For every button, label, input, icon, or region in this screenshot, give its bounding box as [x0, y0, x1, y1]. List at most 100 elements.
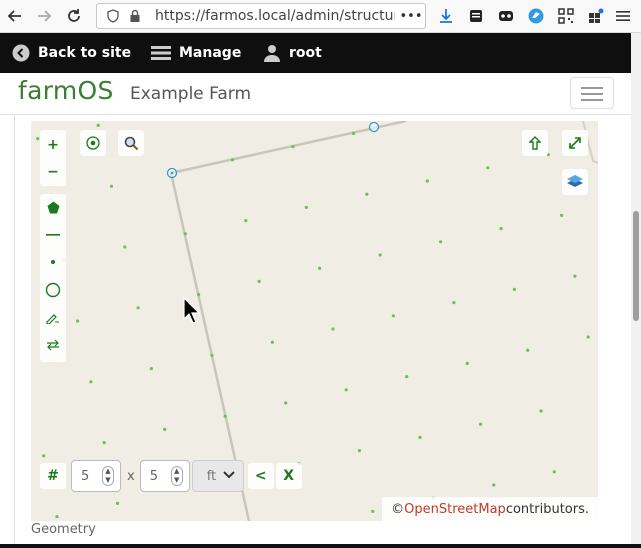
shield-icon[interactable] [105, 8, 121, 24]
map-viewport[interactable]: + − # 5 ▲ ▼ x 5 ▲ ▼ ft < X © OpenStreetM… [31, 121, 598, 521]
layers-icon[interactable] [562, 169, 588, 195]
url-bar[interactable]: https://farmos.local/admin/structure/ ••… [96, 3, 426, 29]
grid-unit-select[interactable]: ft [191, 460, 244, 492]
content-border [14, 115, 15, 548]
geolocate-target-icon[interactable] [80, 130, 106, 156]
grid-point [499, 227, 503, 231]
zoom-control: + − [40, 130, 66, 186]
draw-line-icon[interactable] [40, 222, 66, 248]
site-brand-logo[interactable]: farmOS [18, 76, 114, 105]
grid-point [210, 353, 214, 357]
extension-bird-icon[interactable] [527, 7, 545, 25]
grid-point [492, 483, 496, 487]
page-actions-ellipsis-icon[interactable]: ••• [400, 8, 423, 24]
grid-close-button[interactable]: X [275, 463, 302, 489]
back-arrow-icon[interactable] [4, 5, 26, 27]
grid-point [331, 327, 335, 331]
site-name[interactable]: Example Farm [130, 84, 251, 104]
site-header: farmOS Example Farm [0, 73, 641, 115]
chevron-down-icon [222, 469, 235, 482]
zoom-out-button[interactable]: − [40, 159, 66, 185]
footer-strip [0, 544, 641, 548]
back-to-site-label: Back to site [38, 45, 132, 61]
translate-arrows-icon[interactable] [40, 332, 66, 358]
grid-point [357, 449, 362, 453]
fullscreen-expand-icon[interactable] [562, 130, 588, 156]
back-circle-icon [12, 44, 30, 62]
grid-point [244, 219, 248, 223]
grid-x-spinner-icon[interactable]: ▲ ▼ [102, 466, 114, 486]
grid-point [486, 166, 490, 170]
extension-mask-icon[interactable] [497, 7, 515, 25]
grid-point [526, 348, 530, 352]
qr-code-icon[interactable] [557, 7, 575, 25]
grid-point [304, 205, 308, 209]
grid-point [257, 279, 261, 283]
grid-point [365, 192, 369, 196]
grid-y-spinner-icon[interactable]: ▲ ▼ [170, 466, 183, 486]
vertex-marker [368, 121, 380, 133]
grid-point [284, 401, 288, 405]
reload-icon[interactable] [63, 5, 85, 27]
back-to-site-link[interactable]: Back to site [12, 33, 131, 73]
grid-prev-button[interactable]: < [247, 463, 274, 489]
grid-toggle-button[interactable]: # [40, 463, 66, 489]
grid-point [478, 422, 483, 426]
grid-point [163, 427, 167, 431]
grid-point [89, 380, 93, 384]
grid-point [230, 158, 235, 162]
grid-point [539, 409, 543, 413]
grid-point [439, 240, 443, 244]
user-link[interactable]: root [263, 33, 322, 73]
grid-point [452, 301, 456, 305]
grid-point [378, 253, 382, 257]
lock-icon[interactable] [127, 8, 143, 24]
mouse-cursor-icon [183, 297, 201, 324]
grid-point [136, 306, 140, 310]
grid-point [418, 435, 422, 439]
scrollbar-thumb[interactable] [633, 211, 639, 321]
extensions-icon[interactable] [587, 7, 605, 25]
grid-point [183, 232, 187, 236]
grid-unit-value: ft [206, 469, 217, 484]
openstreetmap-link[interactable]: OpenStreetMap [404, 502, 506, 517]
grid-point [351, 131, 356, 135]
grid-point [560, 213, 564, 217]
nav-toggle-button[interactable] [570, 77, 614, 109]
zoom-in-button[interactable]: + [40, 132, 66, 158]
page-scrollbar[interactable] [631, 33, 641, 548]
grid-separator: x [127, 468, 135, 484]
modify-pencil-icon[interactable] [40, 305, 66, 331]
grid-y-input[interactable]: 5 ▲ ▼ [139, 460, 190, 492]
export-upload-arrow-icon[interactable] [522, 130, 548, 156]
grid-point [55, 515, 59, 519]
grid-point [42, 454, 46, 458]
user-icon [263, 44, 281, 62]
draw-circle-icon[interactable] [40, 277, 66, 303]
draw-polygon-icon[interactable] [40, 194, 66, 220]
grid-point [512, 287, 516, 291]
grid-point [223, 414, 227, 418]
grid-point [96, 123, 100, 127]
grid-point [109, 184, 114, 188]
grid-x-input[interactable]: 5 ▲ ▼ [71, 460, 121, 492]
grid-point [291, 145, 295, 149]
grid-point [149, 367, 153, 371]
manage-link[interactable]: Manage [151, 33, 241, 73]
menu-icon[interactable] [614, 7, 632, 25]
map-attribution: © OpenStreetMap contributors. [382, 497, 598, 521]
reader-view-icon[interactable] [467, 7, 485, 25]
grid-point [371, 509, 375, 513]
attribution-suffix: contributors. [505, 501, 589, 517]
grid-point [405, 375, 409, 379]
draw-point-icon[interactable] [40, 249, 66, 275]
forward-arrow-icon[interactable] [33, 5, 55, 27]
grid-point [102, 441, 106, 445]
grid-point [123, 245, 127, 249]
geocoder-search-icon[interactable] [118, 130, 144, 156]
download-icon[interactable] [437, 7, 455, 25]
user-label: root [289, 45, 322, 61]
grid-point [586, 335, 590, 339]
grid-point [115, 501, 120, 505]
hamburger-icon [151, 45, 171, 61]
